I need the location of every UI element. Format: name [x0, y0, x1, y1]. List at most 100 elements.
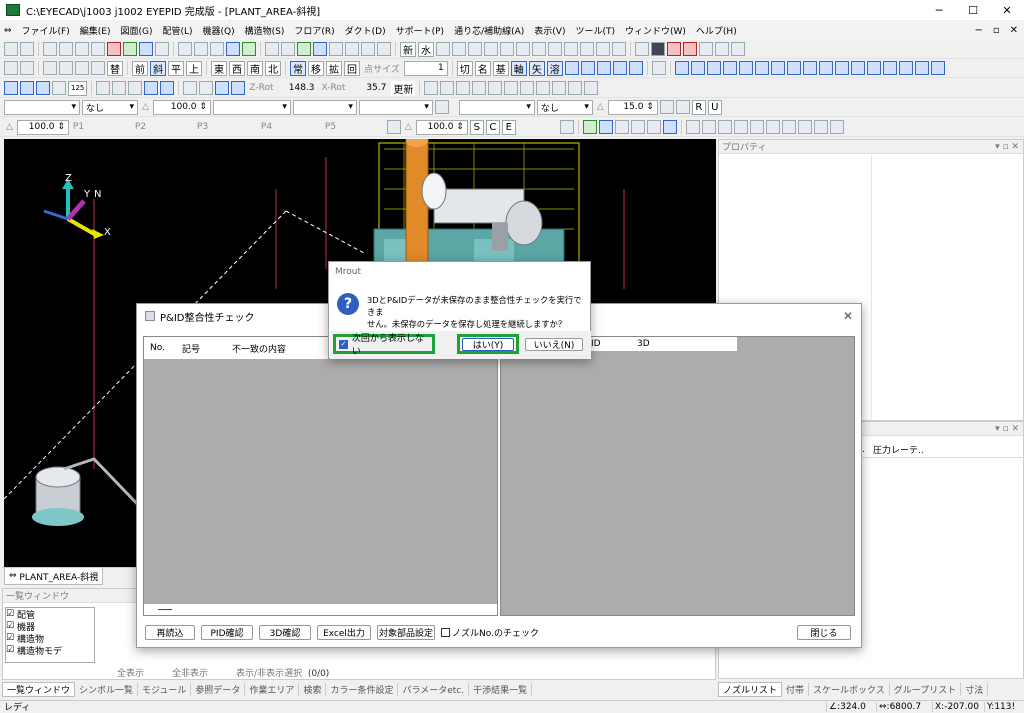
opt-13-icon[interactable]: [770, 61, 785, 75]
update-button[interactable]: 更新: [391, 80, 416, 96]
minimize-button[interactable]: ─: [922, 0, 956, 20]
opt-d-icon[interactable]: [231, 81, 246, 95]
3d-confirm-button[interactable]: 3D確認: [259, 625, 311, 640]
scale-125-button[interactable]: 125: [68, 80, 88, 96]
undo-2-icon[interactable]: [386, 120, 401, 134]
two-icon[interactable]: [683, 42, 697, 56]
opt-23-icon[interactable]: [930, 61, 945, 75]
line-tool-4-icon[interactable]: [91, 42, 105, 56]
scale-input-3[interactable]: 100.0 ⇕: [16, 119, 69, 135]
tree-item-equipment[interactable]: ☑ 機器: [6, 620, 94, 633]
normal-mode-button[interactable]: 常: [290, 60, 306, 76]
layer-select[interactable]: ▾: [4, 99, 80, 115]
linetype-select-1[interactable]: なし ▾: [82, 99, 138, 115]
view-east-button[interactable]: 東: [211, 60, 227, 76]
measure-2-icon[interactable]: [20, 61, 34, 75]
rectangle-icon[interactable]: [329, 42, 343, 56]
target-icon[interactable]: [160, 81, 175, 95]
excel-export-button[interactable]: Excel出力: [317, 625, 371, 640]
opt-g-icon[interactable]: [456, 81, 471, 95]
opt-21-icon[interactable]: [898, 61, 913, 75]
delete-icon[interactable]: [107, 42, 121, 56]
move-lr-icon[interactable]: [112, 81, 127, 95]
checkbox-icon[interactable]: [630, 120, 645, 134]
line-tool-icon[interactable]: [43, 42, 57, 56]
view-west-button[interactable]: 西: [229, 60, 245, 76]
opt-19-icon[interactable]: [866, 61, 881, 75]
opt-14-icon[interactable]: [786, 61, 801, 75]
menu-help[interactable]: ヘルプ(H): [691, 24, 742, 37]
tab-module[interactable]: モジュール: [138, 682, 192, 696]
menu-floor[interactable]: フロア(R): [289, 24, 339, 37]
mismatch-list-scrollbar[interactable]: [144, 603, 497, 615]
p5-label[interactable]: P5: [323, 122, 385, 132]
menu-drawing[interactable]: 図面(G): [115, 24, 157, 37]
tool-c-icon[interactable]: [468, 42, 482, 56]
refresh-icon[interactable]: [297, 42, 311, 56]
tool-i-icon[interactable]: [564, 42, 578, 56]
detail-list[interactable]: ID 3D: [500, 336, 855, 616]
arrow-select-icon[interactable]: [313, 42, 327, 56]
wave-2-icon[interactable]: [701, 120, 716, 134]
p4-label[interactable]: P4: [259, 122, 321, 132]
opt-i-icon[interactable]: [488, 81, 503, 95]
save-icon[interactable]: [20, 42, 34, 56]
undo-icon[interactable]: [434, 100, 449, 114]
menu-view[interactable]: 表示(V): [529, 24, 570, 37]
tool-l-icon[interactable]: [612, 42, 626, 56]
opt-2-icon[interactable]: [580, 61, 595, 75]
axis-button[interactable]: 軸: [510, 60, 527, 76]
copy-icon[interactable]: [242, 42, 256, 56]
z-axis-icon[interactable]: [36, 81, 50, 95]
opt-3-icon[interactable]: [596, 61, 611, 75]
zoom-mode-button[interactable]: 拡: [326, 60, 342, 76]
cut-button[interactable]: 切: [456, 60, 473, 76]
fill-icon[interactable]: [210, 42, 224, 56]
node-6-icon[interactable]: [813, 120, 828, 134]
opt-20-icon[interactable]: [882, 61, 897, 75]
water-button[interactable]: 水: [418, 41, 434, 57]
opt-1-icon[interactable]: [564, 61, 579, 75]
erase-icon[interactable]: [361, 42, 375, 56]
opt-h-icon[interactable]: [472, 81, 487, 95]
paint-icon[interactable]: [194, 42, 208, 56]
opt-l-icon[interactable]: [536, 81, 551, 95]
tree-item-piping[interactable]: ☑ 配管: [6, 608, 94, 621]
node-2-icon[interactable]: [749, 120, 764, 134]
move-xy-icon[interactable]: [128, 81, 143, 95]
menu-structure[interactable]: 構造物(S): [240, 24, 290, 37]
yes-button[interactable]: はい(Y): [462, 337, 514, 351]
opt-4-icon[interactable]: [612, 61, 627, 75]
weld-button[interactable]: 溶: [546, 60, 563, 76]
opt-5-icon[interactable]: [628, 61, 643, 75]
opt-c-icon[interactable]: [215, 81, 230, 95]
frame-2-icon[interactable]: [715, 42, 729, 56]
tool-d-icon[interactable]: [484, 42, 498, 56]
tool-j-icon[interactable]: [580, 42, 594, 56]
opt-22-icon[interactable]: [914, 61, 929, 75]
tree-item-structure-model[interactable]: ☑ 構造物モデ: [6, 644, 94, 657]
opt-n-icon[interactable]: [568, 81, 583, 95]
mdi-minimize-button[interactable]: −: [974, 25, 982, 36]
node-7-icon[interactable]: [829, 120, 844, 134]
mismatch-list[interactable]: No. 記号 不一致の内容: [143, 336, 498, 616]
swap-button[interactable]: 替: [107, 60, 123, 76]
opt-k-icon[interactable]: [520, 81, 535, 95]
scale-input-2[interactable]: 15.0 ⇕: [607, 99, 658, 115]
copy-2-icon[interactable]: [662, 120, 677, 134]
tab-search[interactable]: 検索: [299, 682, 327, 696]
tool-e-icon[interactable]: [500, 42, 514, 56]
pid-confirm-button[interactable]: PID確認: [201, 625, 253, 640]
point-size-input[interactable]: 1: [403, 60, 448, 76]
find-icon[interactable]: [91, 61, 105, 75]
opt-e-icon[interactable]: [424, 81, 439, 95]
opt-b-icon[interactable]: [199, 81, 214, 95]
color-tool-icon[interactable]: [582, 120, 597, 134]
hide-all-button[interactable]: 全非表示: [172, 666, 208, 679]
c-button[interactable]: C: [485, 119, 500, 135]
tab-dimension[interactable]: 寸法: [961, 682, 989, 696]
menu-piping[interactable]: 配管(L): [157, 24, 197, 37]
tab-scale-box[interactable]: スケールボックス: [809, 682, 890, 696]
tab-accessories[interactable]: 付帯: [782, 682, 810, 696]
col-symbol[interactable]: 記号: [176, 342, 226, 355]
